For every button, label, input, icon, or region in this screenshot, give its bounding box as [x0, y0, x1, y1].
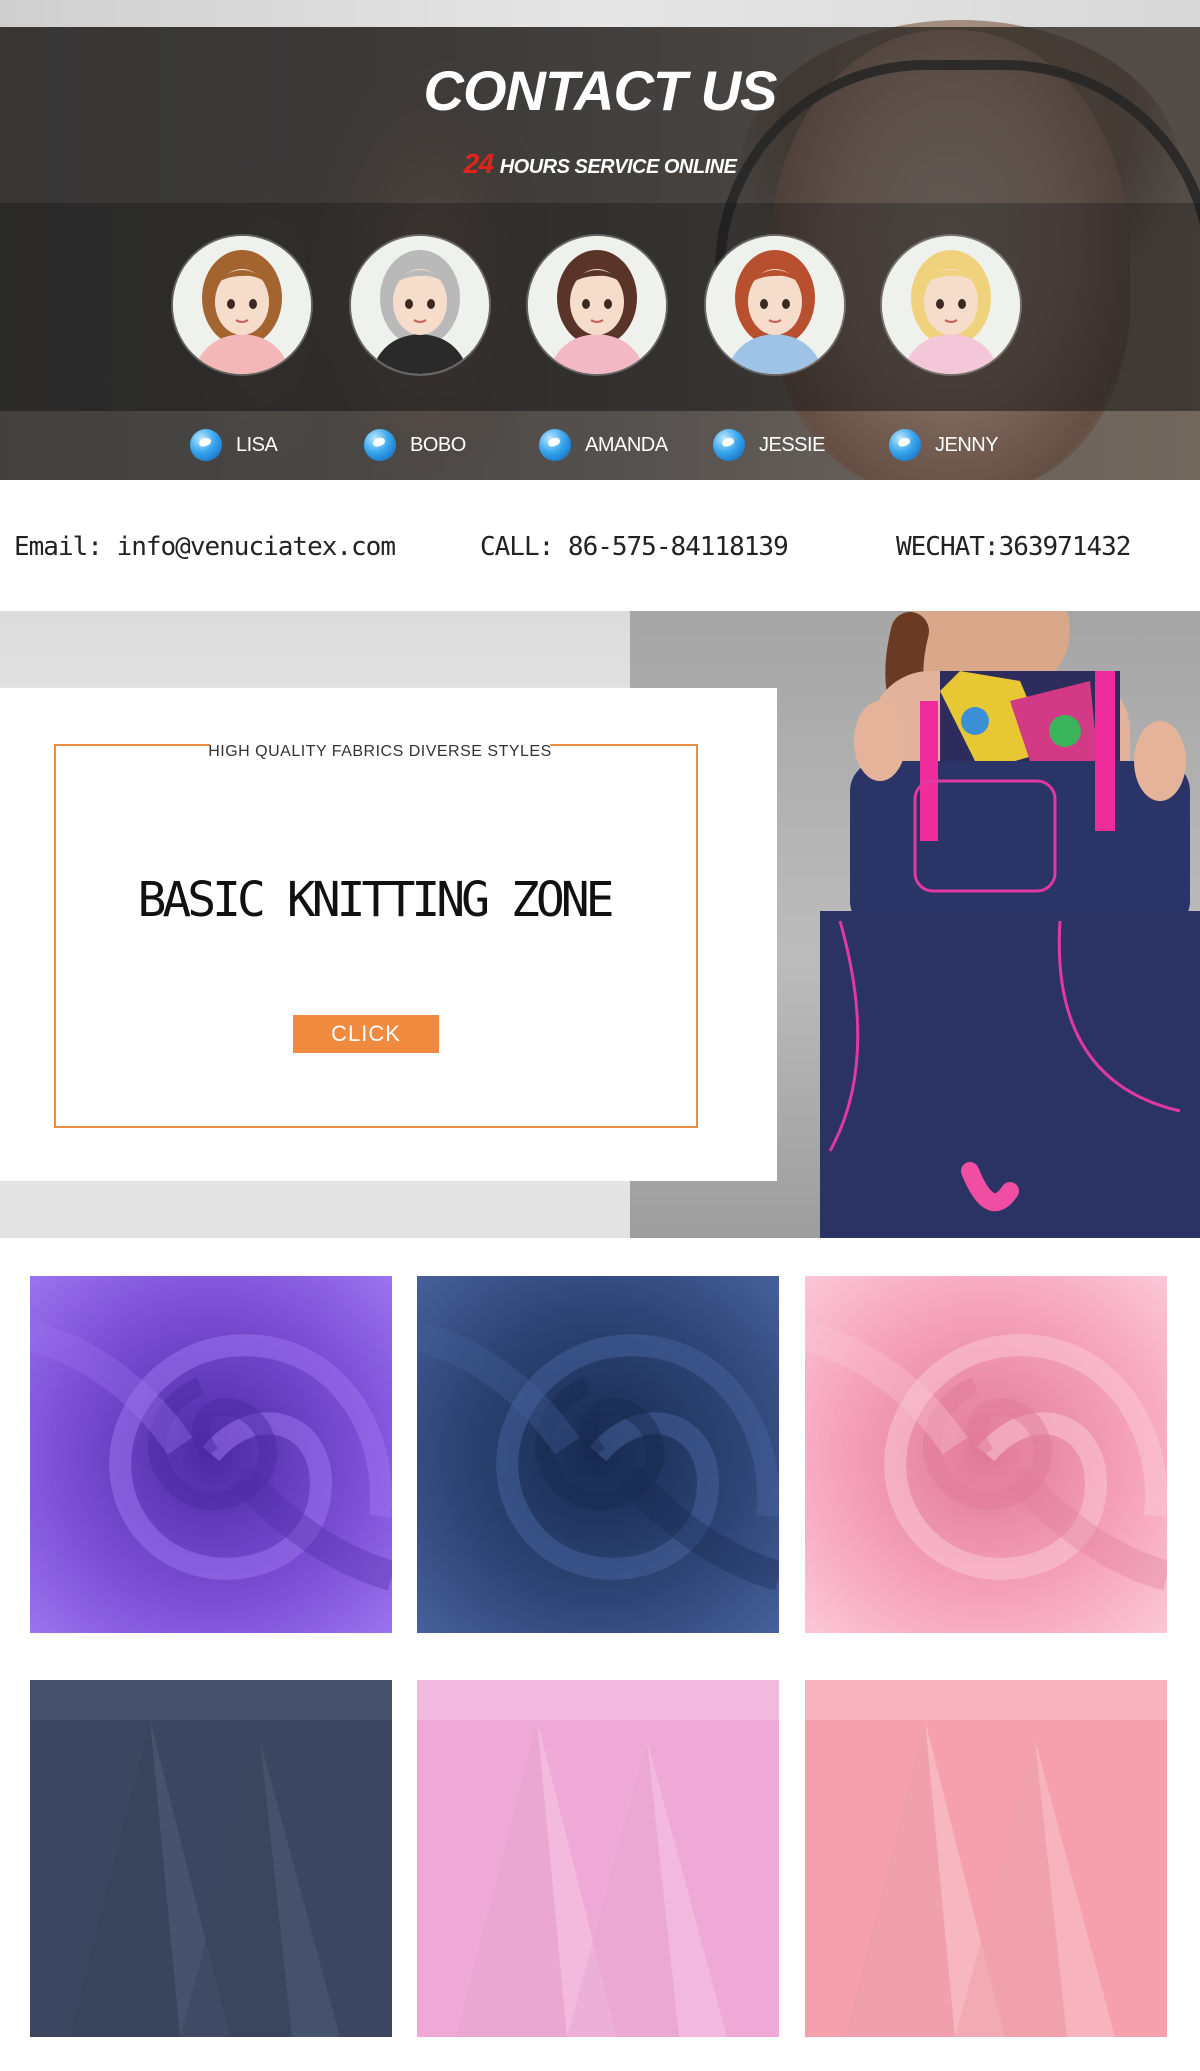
fabric-gallery	[0, 1238, 1200, 2071]
model-photo	[820, 611, 1200, 1238]
fabric-swatch[interactable]	[805, 1680, 1167, 2037]
banner-title: BASIC KNITTING ZONE	[137, 872, 614, 928]
agent-jenny[interactable]: JENNY	[889, 425, 999, 465]
agent-avatar-jessie[interactable]	[706, 236, 844, 374]
chat-bubble-icon	[713, 429, 745, 461]
agent-bobo[interactable]: BOBO	[364, 425, 466, 465]
service-hours-number: 24	[463, 148, 495, 179]
wechat-id: WECHAT:363971432	[896, 532, 1131, 562]
chat-bubble-icon	[539, 429, 571, 461]
agent-name: BOBO	[410, 433, 466, 456]
chat-bubble-icon	[889, 429, 921, 461]
fabric-swatch[interactable]	[417, 1276, 779, 1633]
chat-bubble-icon	[190, 429, 222, 461]
service-hours: 24 HOURS SERVICE ONLINE	[0, 148, 1200, 180]
agent-name: JESSIE	[759, 433, 825, 456]
agent-avatar-jenny[interactable]	[882, 236, 1020, 374]
service-hours-text: HOURS SERVICE ONLINE	[499, 156, 737, 178]
agent-jessie[interactable]: JESSIE	[713, 425, 825, 465]
agent-lisa[interactable]: LISA	[190, 425, 278, 465]
email-link[interactable]: Email: info@venuciatex.com	[14, 532, 396, 562]
agent-amanda[interactable]: AMANDA	[539, 425, 668, 465]
chat-bubble-icon	[364, 429, 396, 461]
contact-info-bar: Email: info@venuciatex.com CALL: 86-575-…	[0, 480, 1200, 611]
fabric-swatch[interactable]	[30, 1276, 392, 1633]
banner-tagline: HIGH QUALITY FABRICS DIVERSE STYLES	[208, 743, 552, 760]
agent-name: AMANDA	[585, 433, 668, 456]
agent-name: LISA	[236, 433, 278, 456]
agent-name: JENNY	[935, 433, 999, 456]
top-strip	[0, 0, 1200, 27]
contact-hero: CONTACT US 24 HOURS SERVICE ONLINE LISA BO…	[0, 0, 1200, 480]
fabric-swatch[interactable]	[417, 1680, 779, 2037]
agent-avatar-amanda[interactable]	[528, 236, 666, 374]
page: CONTACT US 24 HOURS SERVICE ONLINE LISA BO…	[0, 0, 1200, 2071]
phone-number[interactable]: CALL: 86-575-84118139	[480, 532, 789, 562]
contact-title: CONTACT US	[423, 59, 778, 122]
banner-frame	[54, 744, 698, 1128]
fabric-swatch[interactable]	[30, 1680, 392, 2037]
agent-avatar-lisa[interactable]	[173, 236, 311, 374]
fabric-swatch[interactable]	[805, 1276, 1167, 1633]
agent-avatar-bobo[interactable]	[351, 236, 489, 374]
click-button[interactable]: CLICK	[293, 1015, 439, 1053]
